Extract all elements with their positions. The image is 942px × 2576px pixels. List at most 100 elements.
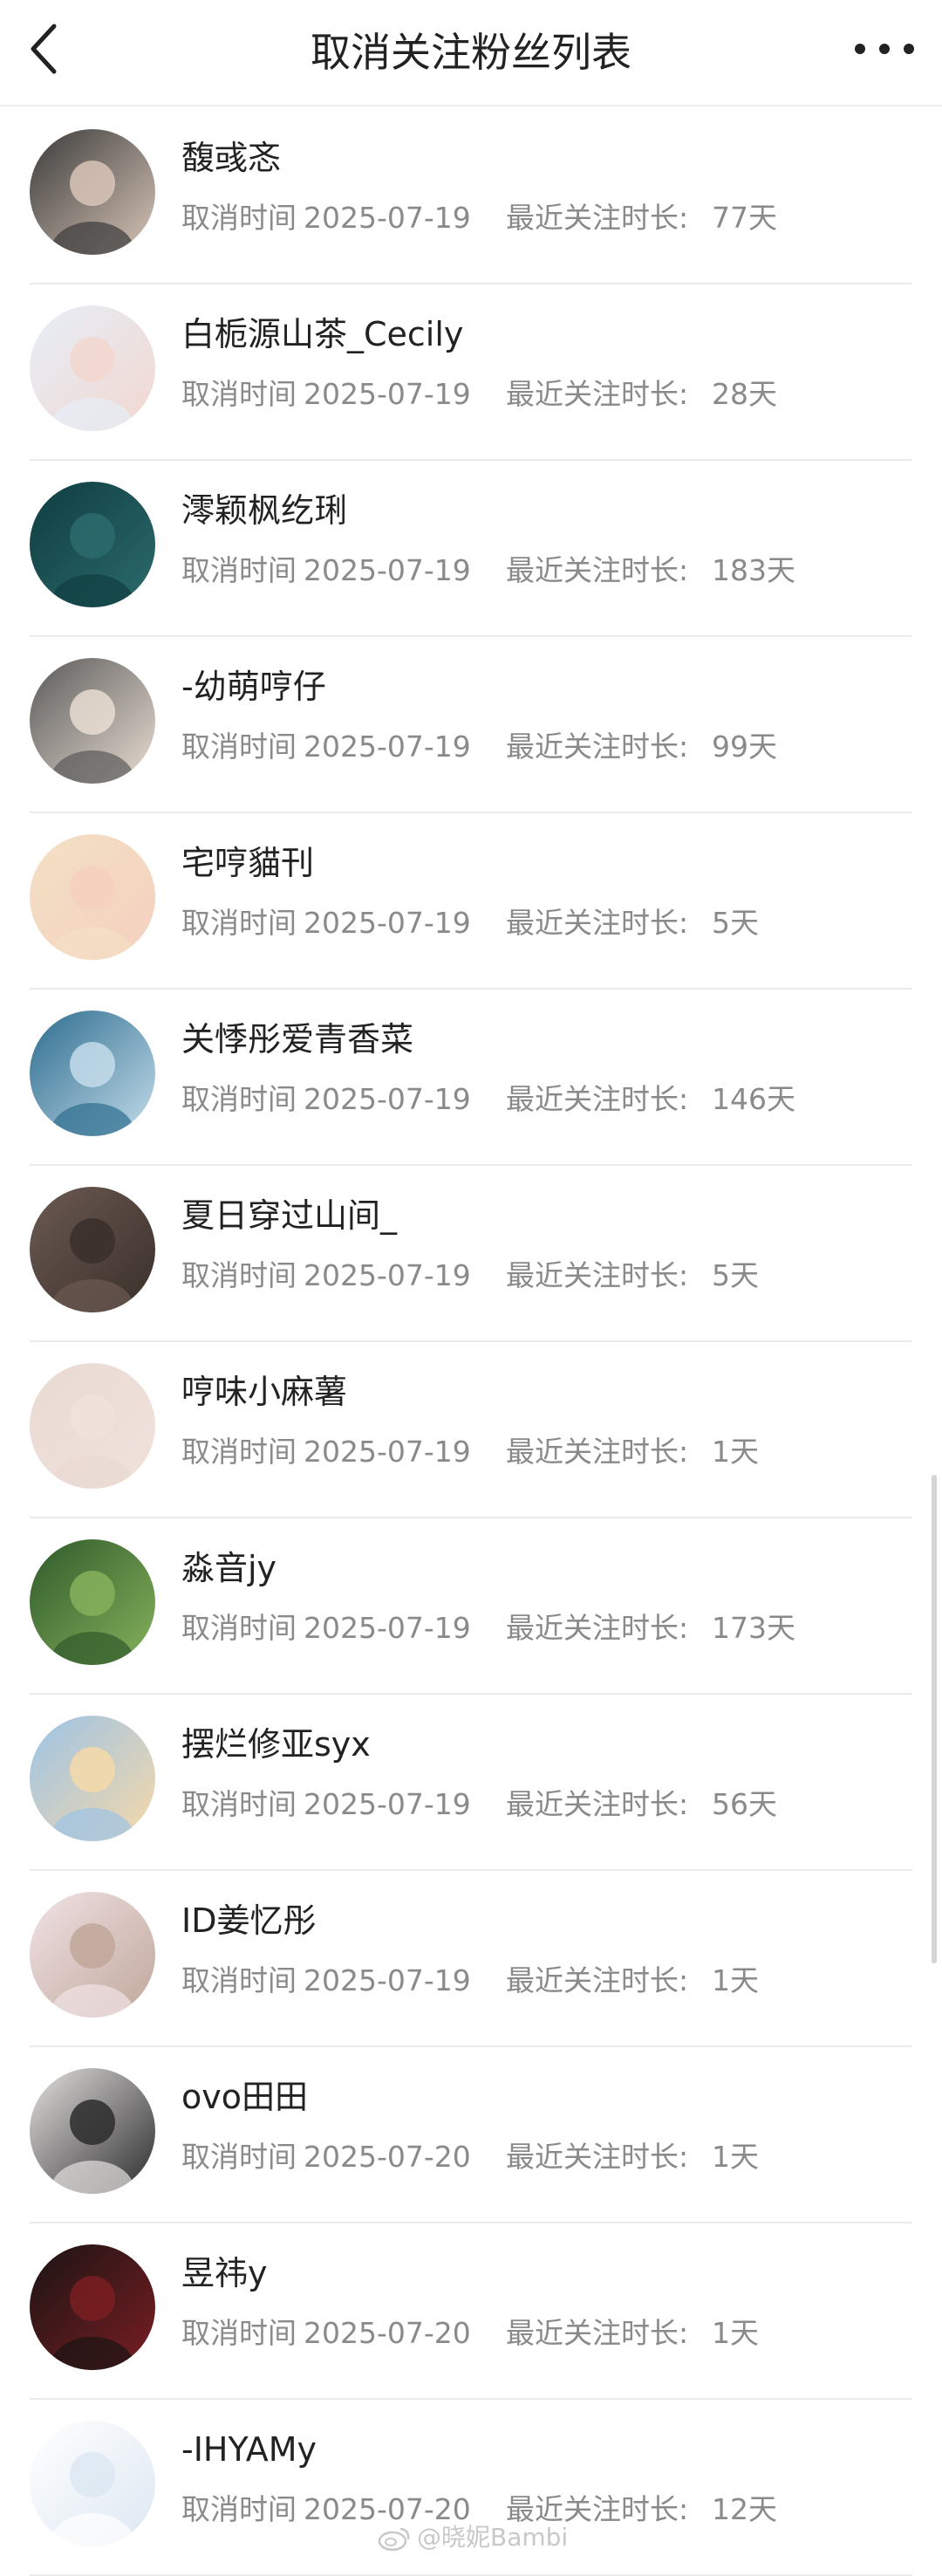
follow-duration-value: 146天	[712, 1082, 795, 1116]
avatar[interactable]	[30, 834, 155, 960]
follow-duration-value: 1天	[712, 1435, 759, 1469]
cancel-date: 2025-07-19	[304, 1435, 471, 1469]
follow-duration-label: 最近关注时长:	[506, 1963, 689, 1997]
user-nickname[interactable]: 昱祎y	[181, 2251, 268, 2295]
cancel-time-label: 取消时间	[181, 730, 297, 764]
cancel-time-label: 取消时间	[181, 2140, 297, 2174]
follow-duration-value: 1天	[712, 2140, 759, 2174]
list-item[interactable]: 哼味小麻薯取消时间 2025-07-19 最近关注时长: 1天	[0, 1342, 942, 1518]
avatar[interactable]	[30, 2421, 155, 2546]
list-item[interactable]: ovo田田 取消时间 2025-07-20 最近关注时长: 1天	[0, 2047, 942, 2223]
list-item[interactable]: 昱祎y 取消时间 2025-07-20 最近关注时长: 1天	[0, 2223, 942, 2400]
follow-duration-label: 最近关注时长:	[506, 2316, 689, 2350]
watermark: @晓妮Bambi	[377, 2520, 568, 2555]
follow-duration-value: 56天	[712, 1787, 777, 1821]
cancel-time-label: 取消时间	[181, 2316, 297, 2350]
user-nickname[interactable]: 澪颖枫纥琍	[181, 489, 347, 532]
follow-duration-label: 最近关注时长:	[506, 377, 689, 411]
follow-duration-value: 183天	[712, 553, 795, 587]
follow-duration-value: 1天	[712, 2316, 759, 2350]
unfollowed-fans-list: 馥彧忞 取消时间 2025-07-19 最近关注时长: 77天 白栀源山茶_Cecily 取…	[0, 108, 942, 2576]
scrollbar[interactable]	[932, 1475, 937, 1963]
cancel-time-label: 取消时间	[181, 2492, 297, 2526]
cancel-time-label: 取消时间	[181, 1435, 297, 1469]
list-item[interactable]: 馥彧忞取消时间 2025-07-19 最近关注时长: 77天	[0, 108, 942, 284]
user-nickname[interactable]: 宅哼貓刊	[181, 841, 314, 885]
watermark-text: @晓妮Bambi	[417, 2523, 569, 2552]
app-header: 取消关注粉丝列表	[0, 0, 942, 106]
user-nickname[interactable]: ovo田田	[181, 2075, 308, 2119]
cancel-date: 2025-07-19	[304, 1082, 471, 1116]
cancel-time-label: 取消时间	[181, 1611, 297, 1645]
cancel-date: 2025-07-19	[304, 1787, 471, 1821]
list-item[interactable]: 夏日穿过山间_ 取消时间 2025-07-19 最近关注时长: 5天	[0, 1166, 942, 1342]
follow-duration-value: 5天	[712, 906, 759, 940]
avatar[interactable]	[30, 482, 155, 607]
page-title: 取消关注粉丝列表	[311, 29, 631, 76]
cancel-time-label: 取消时间	[181, 1787, 297, 1821]
more-button[interactable]	[851, 33, 918, 65]
list-item[interactable]: 宅哼貓刊取消时间 2025-07-19 最近关注时长: 5天	[0, 813, 942, 990]
cancel-date: 2025-07-19	[304, 1963, 471, 1997]
follow-duration-label: 最近关注时长:	[506, 1787, 689, 1821]
avatar[interactable]	[30, 1892, 155, 2018]
cancel-time-label: 取消时间	[181, 1082, 297, 1116]
more-dots-icon	[855, 44, 914, 54]
cancel-time-label: 取消时间	[181, 377, 297, 411]
follow-duration-label: 最近关注时长:	[506, 1082, 689, 1116]
avatar[interactable]	[30, 129, 155, 255]
avatar[interactable]	[30, 305, 155, 431]
list-item[interactable]: 白栀源山茶_Cecily 取消时间 2025-07-19 最近关注时长: 28天	[0, 284, 942, 461]
follow-duration-label: 最近关注时长:	[506, 1258, 689, 1292]
avatar[interactable]	[30, 658, 155, 784]
follow-duration-label: 最近关注时长:	[506, 2140, 689, 2174]
user-nickname[interactable]: -IHYAMy	[181, 2428, 317, 2471]
user-nickname[interactable]: 关悸彤爱青香菜	[181, 1017, 413, 1061]
follow-duration-label: 最近关注时长:	[506, 906, 689, 940]
follow-duration-label: 最近关注时长:	[506, 553, 689, 587]
cancel-time-label: 取消时间	[181, 1963, 297, 1997]
list-item[interactable]: 关悸彤爱青香菜取消时间 2025-07-19 最近关注时长: 146天	[0, 990, 942, 1166]
cancel-time-label: 取消时间	[181, 553, 297, 587]
list-item[interactable]: -幼萌哼仔 取消时间 2025-07-19 最近关注时长: 99天	[0, 637, 942, 813]
follow-duration-value: 77天	[712, 201, 777, 235]
cancel-time-label: 取消时间	[181, 1258, 297, 1292]
follow-duration-label: 最近关注时长:	[506, 1435, 689, 1469]
avatar[interactable]	[30, 1716, 155, 1841]
list-item[interactable]: ID姜忆彤 取消时间 2025-07-19 最近关注时长: 1天	[0, 1871, 942, 2047]
avatar[interactable]	[30, 2244, 155, 2370]
cancel-time-label: 取消时间	[181, 906, 297, 940]
user-nickname[interactable]: 摆烂修亚syx	[181, 1723, 371, 1766]
follow-duration-value: 12天	[712, 2492, 777, 2526]
list-item[interactable]: 澪颖枫纥琍取消时间 2025-07-19 最近关注时长: 183天	[0, 461, 942, 637]
cancel-date: 2025-07-19	[304, 553, 471, 587]
list-item[interactable]: 摆烂修亚syx 取消时间 2025-07-19 最近关注时长: 56天	[0, 1695, 942, 1871]
follow-duration-value: 28天	[712, 377, 777, 411]
cancel-date: 2025-07-19	[304, 377, 471, 411]
avatar[interactable]	[30, 2068, 155, 2194]
user-nickname[interactable]: 淼音jy	[181, 1546, 276, 1590]
weibo-icon	[378, 2527, 410, 2552]
cancel-date: 2025-07-19	[304, 1611, 471, 1645]
follow-duration-value: 99天	[712, 730, 777, 764]
user-nickname[interactable]: -幼萌哼仔	[181, 665, 326, 709]
cancel-date: 2025-07-19	[304, 201, 471, 235]
avatar[interactable]	[30, 1363, 155, 1489]
cancel-date: 2025-07-20	[304, 2316, 471, 2350]
list-item[interactable]: 淼音jy 取消时间 2025-07-19 最近关注时长: 173天	[0, 1518, 942, 1695]
user-nickname[interactable]: 哼味小麻薯	[181, 1370, 347, 1414]
follow-duration-label: 最近关注时长:	[506, 1611, 689, 1645]
avatar[interactable]	[30, 1539, 155, 1665]
user-nickname[interactable]: 馥彧忞	[181, 136, 281, 180]
user-nickname[interactable]: 夏日穿过山间_	[181, 1194, 397, 1237]
follow-duration-label: 最近关注时长:	[506, 201, 689, 235]
cancel-time-label: 取消时间	[181, 201, 297, 235]
cancel-date: 2025-07-19	[304, 906, 471, 940]
cancel-date: 2025-07-19	[304, 1258, 471, 1292]
avatar[interactable]	[30, 1187, 155, 1312]
follow-duration-value: 5天	[712, 1258, 759, 1292]
user-nickname[interactable]: 白栀源山茶_Cecily	[181, 312, 463, 356]
follow-duration-label: 最近关注时长:	[506, 730, 689, 764]
user-nickname[interactable]: ID姜忆彤	[181, 1899, 316, 1942]
avatar[interactable]	[30, 1011, 155, 1136]
